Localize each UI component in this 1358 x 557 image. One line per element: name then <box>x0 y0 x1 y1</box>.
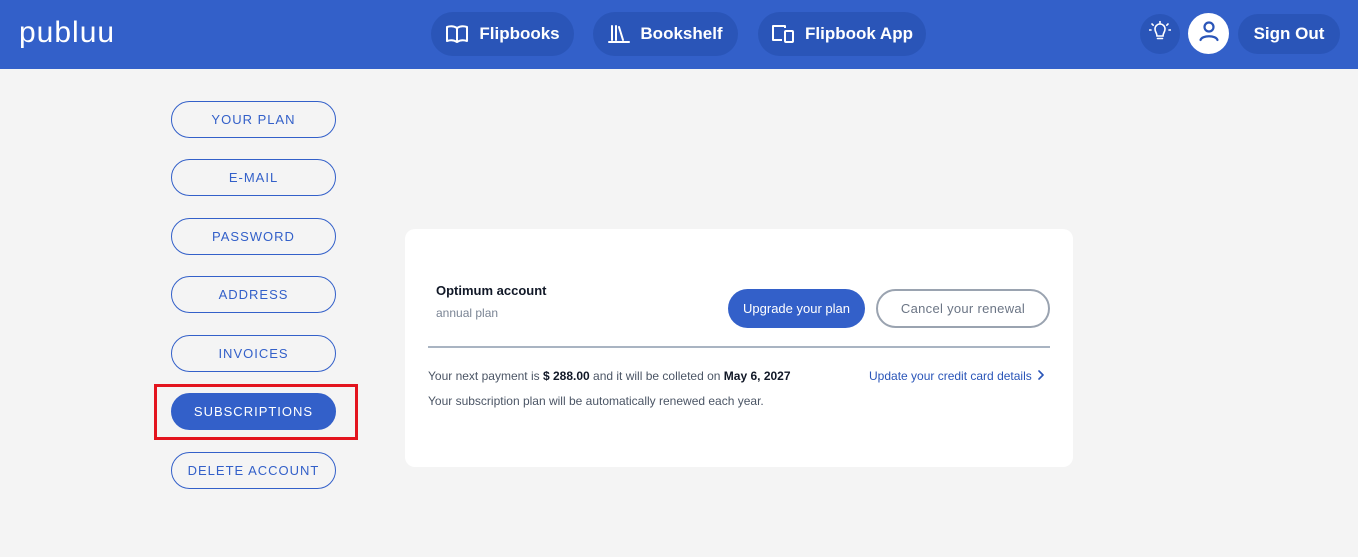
nav-flipbook-app-label: Flipbook App <box>805 24 913 43</box>
payment-amount: $ 288.00 <box>542 369 590 383</box>
selection-highlight-box <box>154 384 358 440</box>
cancel-renewal-button[interactable]: Cancel your renewal <box>876 289 1050 328</box>
lightbulb-icon <box>1148 20 1172 48</box>
next-payment-text: Your next payment is $ 288.00 and it wil… <box>428 369 791 383</box>
nav-flipbooks-label: Flipbooks <box>479 24 560 43</box>
user-icon <box>1197 19 1221 48</box>
nav-flipbook-app-button[interactable]: Flipbook App <box>758 12 926 56</box>
renewal-note: Your subscription plan will be automatic… <box>428 394 764 408</box>
nav-flipbooks-button[interactable]: Flipbooks <box>431 12 574 56</box>
tips-button[interactable] <box>1140 14 1180 54</box>
chevron-right-icon <box>1037 369 1044 383</box>
sidebar-item-your-plan[interactable]: YOUR PLAN <box>171 101 336 138</box>
upgrade-plan-button[interactable]: Upgrade your plan <box>728 289 865 328</box>
payment-prefix: Your next payment is <box>428 369 540 383</box>
user-avatar-button[interactable] <box>1188 13 1229 54</box>
payment-middle: and it will be colleted on <box>593 369 721 383</box>
nav-bookshelf-label: Bookshelf <box>640 24 723 43</box>
nav-bookshelf-button[interactable]: Bookshelf <box>593 12 738 56</box>
sidebar-item-delete-account[interactable]: DELETE ACCOUNT <box>171 452 336 489</box>
divider <box>428 346 1050 348</box>
open-book-icon <box>445 24 469 44</box>
sidebar-item-invoices[interactable]: INVOICES <box>171 335 336 372</box>
devices-icon <box>771 24 795 44</box>
sidebar-item-password[interactable]: PASSWORD <box>171 218 336 255</box>
sidebar-item-email[interactable]: E-MAIL <box>171 159 336 196</box>
update-credit-card-link[interactable]: Update your credit card details <box>869 369 1044 383</box>
top-navigation-bar: publuu Flipbooks Bookshelf Flipbook App … <box>0 0 1358 69</box>
subscription-card: Optimum account annual plan Upgrade your… <box>405 229 1073 467</box>
bookshelf-icon <box>608 24 631 44</box>
plan-type: annual plan <box>436 306 499 320</box>
payment-date: May 6, 2027 <box>723 369 791 383</box>
sidebar-item-address[interactable]: ADDRESS <box>171 276 336 313</box>
update-credit-card-label: Update your credit card details <box>869 369 1032 383</box>
publuu-logo[interactable]: publuu <box>19 15 115 51</box>
sign-out-button[interactable]: Sign Out <box>1238 14 1340 54</box>
plan-name: Optimum account <box>436 283 547 298</box>
